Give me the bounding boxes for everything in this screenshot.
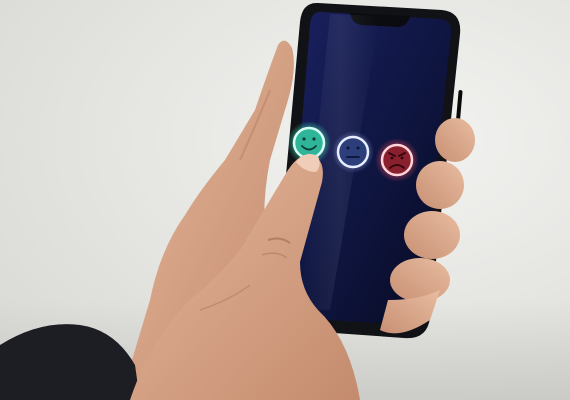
feedback-angry-button[interactable] [375, 138, 419, 182]
sweater-sleeve [0, 324, 140, 400]
feedback-neutral-button[interactable] [332, 131, 374, 173]
photo-illustration [0, 2, 475, 400]
photo-scene [0, 0, 570, 400]
